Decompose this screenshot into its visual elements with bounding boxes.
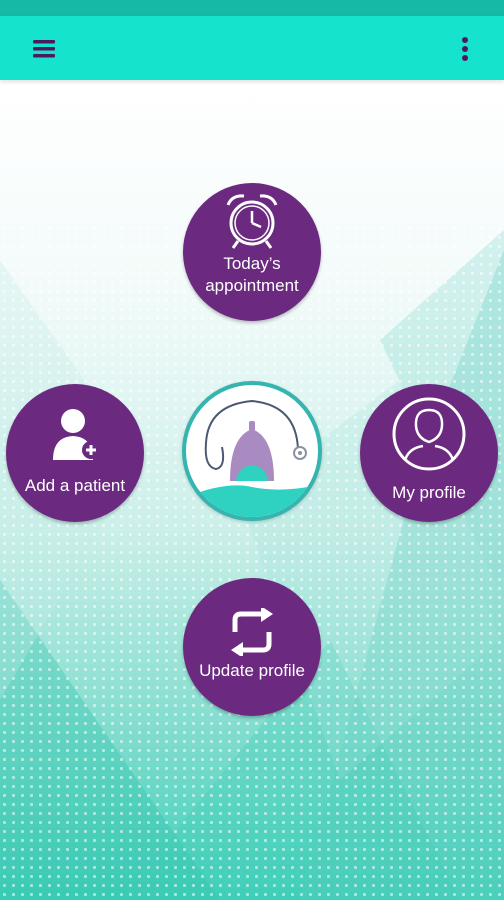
my-profile-button[interactable]: My profile — [360, 384, 498, 522]
more-vertical-icon — [462, 37, 468, 61]
todays-appointment-button[interactable]: Today’s appointment — [183, 183, 321, 321]
stethoscope-doctor-logo-icon — [186, 399, 318, 517]
status-bar — [0, 0, 504, 16]
add-user-icon — [53, 409, 100, 460]
todays-appointment-label-line2: appointment — [205, 276, 299, 295]
alarm-clock-icon — [226, 194, 278, 249]
update-profile-label: Update profile — [199, 661, 305, 680]
more-options-button[interactable] — [452, 34, 478, 64]
add-patient-button[interactable]: Add a patient — [6, 384, 144, 522]
app-logo — [182, 381, 322, 521]
todays-appointment-label-line1: Today’s — [223, 254, 281, 273]
menu-button[interactable] — [28, 34, 60, 64]
user-profile-icon — [392, 397, 466, 471]
refresh-icon — [231, 608, 273, 656]
app-bar — [0, 16, 504, 80]
update-profile-button[interactable]: Update profile — [183, 578, 321, 716]
add-patient-label: Add a patient — [24, 476, 126, 495]
my-profile-label: My profile — [392, 483, 466, 502]
hamburger-menu-icon — [33, 40, 55, 58]
